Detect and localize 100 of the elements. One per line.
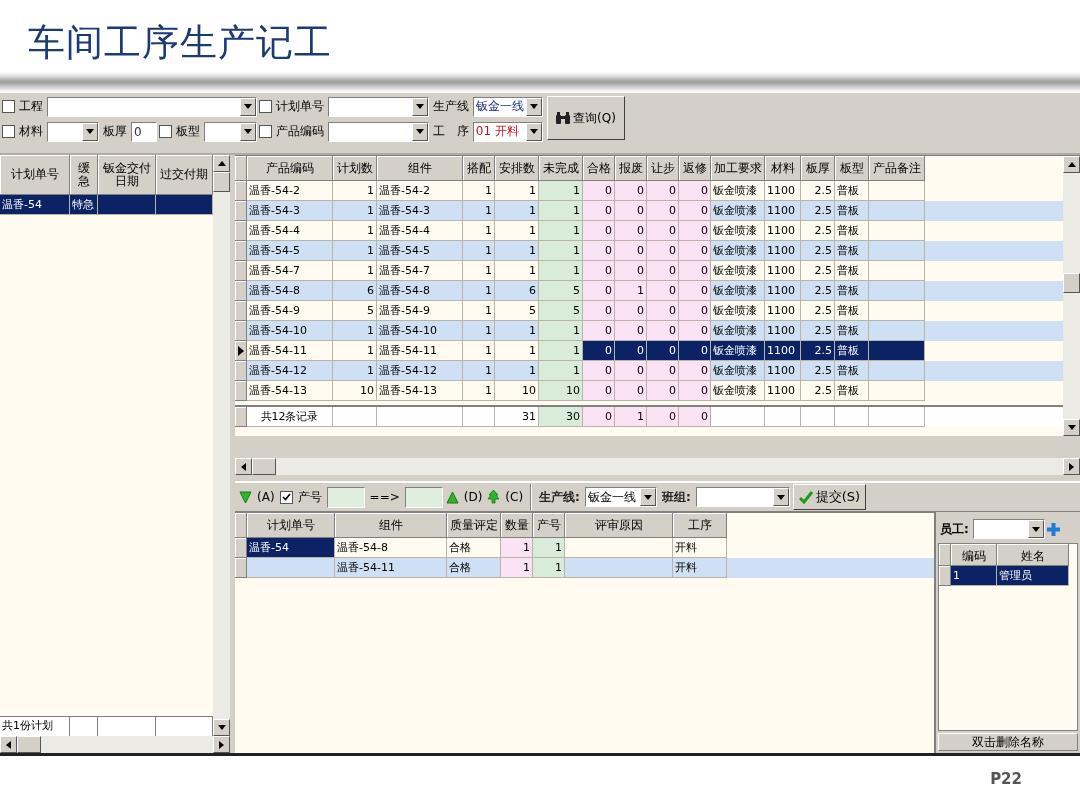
- column-header[interactable]: 计划数: [333, 156, 377, 181]
- column-header[interactable]: 让步: [647, 156, 679, 181]
- total-cell: 1: [615, 407, 647, 427]
- total-cell: 30: [539, 407, 583, 427]
- checkbox[interactable]: [259, 100, 272, 113]
- column-header[interactable]: 计划单号: [247, 513, 335, 538]
- table-cell: 1: [463, 381, 495, 401]
- table-row[interactable]: 温香-54-8 6 温香-54-8 1 6 5 0 1 0 0 钣金喷漆 1100 2.5 普板: [235, 281, 1063, 301]
- scroll-left-button[interactable]: [235, 458, 252, 475]
- column-header[interactable]: 产品编码: [247, 156, 333, 181]
- horizontal-scrollbar[interactable]: [235, 458, 1080, 475]
- right-arrow-icon: [219, 740, 224, 749]
- up-triangle-icon[interactable]: [445, 490, 459, 504]
- table-row[interactable]: 温香-54-5 1 温香-54-5 1 1 1 0 0 0 0 钣金喷漆 1100 2.5 普板: [235, 241, 1063, 261]
- column-header[interactable]: 缓急: [70, 155, 98, 195]
- plus-icon[interactable]: [1046, 522, 1060, 536]
- field-label: 生产线: [432, 98, 470, 115]
- page-number: P22: [990, 770, 1022, 788]
- column-header[interactable]: 组件: [377, 156, 463, 181]
- table-cell: 0: [583, 281, 615, 301]
- board-type-select[interactable]: [204, 121, 257, 142]
- team-select[interactable]: [695, 487, 790, 507]
- column-header[interactable]: 板型: [835, 156, 869, 181]
- plan-number-select[interactable]: [328, 96, 429, 117]
- scroll-down-button[interactable]: [1063, 419, 1080, 436]
- table-cell: 0: [583, 321, 615, 341]
- column-header[interactable]: 报废: [615, 156, 647, 181]
- column-header[interactable]: 评审原因: [565, 513, 673, 538]
- column-header[interactable]: 产品备注: [869, 156, 925, 181]
- column-header[interactable]: 数量: [501, 513, 533, 538]
- column-header[interactable]: 产号: [533, 513, 565, 538]
- table-cell: [869, 341, 925, 361]
- column-header[interactable]: 计划单号: [0, 155, 70, 195]
- up-arrow-icon: [1067, 162, 1076, 167]
- horizontal-scrollbar[interactable]: [0, 736, 230, 753]
- table-row[interactable]: 温香-54-12 1 温香-54-12 1 1 1 0 0 0 0 钣金喷漆 1100 2.5 普板: [235, 361, 1063, 381]
- scroll-thumb[interactable]: [1063, 273, 1080, 293]
- field-label: 班组:: [660, 488, 692, 506]
- serial-to-input[interactable]: [404, 486, 443, 508]
- column-header[interactable]: 姓名: [997, 544, 1069, 566]
- column-header[interactable]: 搭配: [463, 156, 495, 181]
- scroll-up-button[interactable]: [213, 155, 230, 172]
- tree-icon[interactable]: [487, 490, 501, 504]
- column-header[interactable]: 合格: [583, 156, 615, 181]
- scroll-thumb[interactable]: [213, 172, 230, 192]
- table-row[interactable]: 温香-54-11 合格 1 1 开料: [235, 558, 934, 578]
- material-select[interactable]: [47, 121, 99, 142]
- table-row[interactable]: 温香-54-10 1 温香-54-10 1 1 1 0 0 0 0 钣金喷漆 1100 2.5 普板: [235, 321, 1063, 341]
- query-button[interactable]: 查询(Q): [547, 96, 625, 140]
- production-line-select[interactable]: 钣金一线: [473, 96, 543, 117]
- submit-button[interactable]: 提交(S): [792, 484, 867, 510]
- checkbox[interactable]: [2, 100, 15, 113]
- table-cell: 5: [539, 301, 583, 321]
- scroll-left-button[interactable]: [0, 736, 17, 753]
- checkbox[interactable]: [2, 125, 15, 138]
- dropdown-arrow-icon: [416, 129, 424, 134]
- table-cell: [98, 195, 156, 215]
- staff-select[interactable]: [972, 519, 1045, 539]
- column-header[interactable]: 板厚: [801, 156, 835, 181]
- checkmark-icon: [798, 490, 813, 504]
- scroll-up-button[interactable]: [1063, 156, 1080, 173]
- column-header[interactable]: 质量评定: [447, 513, 501, 538]
- production-line-select[interactable]: 钣金一线: [584, 487, 657, 507]
- column-header[interactable]: 过交付期: [156, 155, 213, 195]
- project-select[interactable]: [47, 96, 257, 117]
- down-triangle-icon[interactable]: [239, 490, 252, 504]
- table-cell: 0: [647, 341, 679, 361]
- table-cell: 0: [615, 321, 647, 341]
- table-cell: 0: [647, 361, 679, 381]
- table-cell: 1: [501, 558, 533, 578]
- checkbox[interactable]: [159, 125, 172, 138]
- scroll-down-button[interactable]: [213, 719, 230, 736]
- product-code-select[interactable]: [328, 121, 429, 142]
- column-header[interactable]: 编码: [951, 544, 997, 566]
- checkbox[interactable]: [259, 125, 272, 138]
- column-header[interactable]: 安排数: [495, 156, 539, 181]
- table-row[interactable]: 温香-54 特急: [0, 195, 213, 215]
- table-cell: 0: [679, 361, 711, 381]
- column-header[interactable]: 加工要求: [711, 156, 765, 181]
- table-row[interactable]: 温香-54-3 1 温香-54-3 1 1 1 0 0 0 0 钣金喷漆 1100 2.5 普板: [235, 201, 1063, 221]
- thickness-input[interactable]: 0: [131, 121, 157, 142]
- vertical-scrollbar[interactable]: [213, 155, 230, 736]
- column-header[interactable]: 组件: [335, 513, 447, 538]
- scroll-thumb[interactable]: [252, 458, 276, 475]
- column-header[interactable]: 钣金交付日期: [98, 155, 156, 195]
- record-count: 共12条记录: [247, 407, 333, 427]
- table-cell: 0: [647, 381, 679, 401]
- vertical-scrollbar[interactable]: [1063, 156, 1080, 436]
- checkbox[interactable]: [279, 490, 293, 504]
- scroll-right-button[interactable]: [213, 736, 230, 753]
- serial-from-input[interactable]: [326, 486, 365, 508]
- row-header[interactable]: [235, 341, 247, 361]
- column-header[interactable]: 返修: [679, 156, 711, 181]
- column-header[interactable]: 工序: [673, 513, 727, 538]
- table-cell: 1: [539, 321, 583, 341]
- scroll-thumb[interactable]: [17, 736, 41, 753]
- process-select[interactable]: 01 开料: [472, 121, 543, 142]
- column-header[interactable]: 未完成: [539, 156, 583, 181]
- column-header[interactable]: 材料: [765, 156, 801, 181]
- scroll-right-button[interactable]: [1063, 458, 1080, 475]
